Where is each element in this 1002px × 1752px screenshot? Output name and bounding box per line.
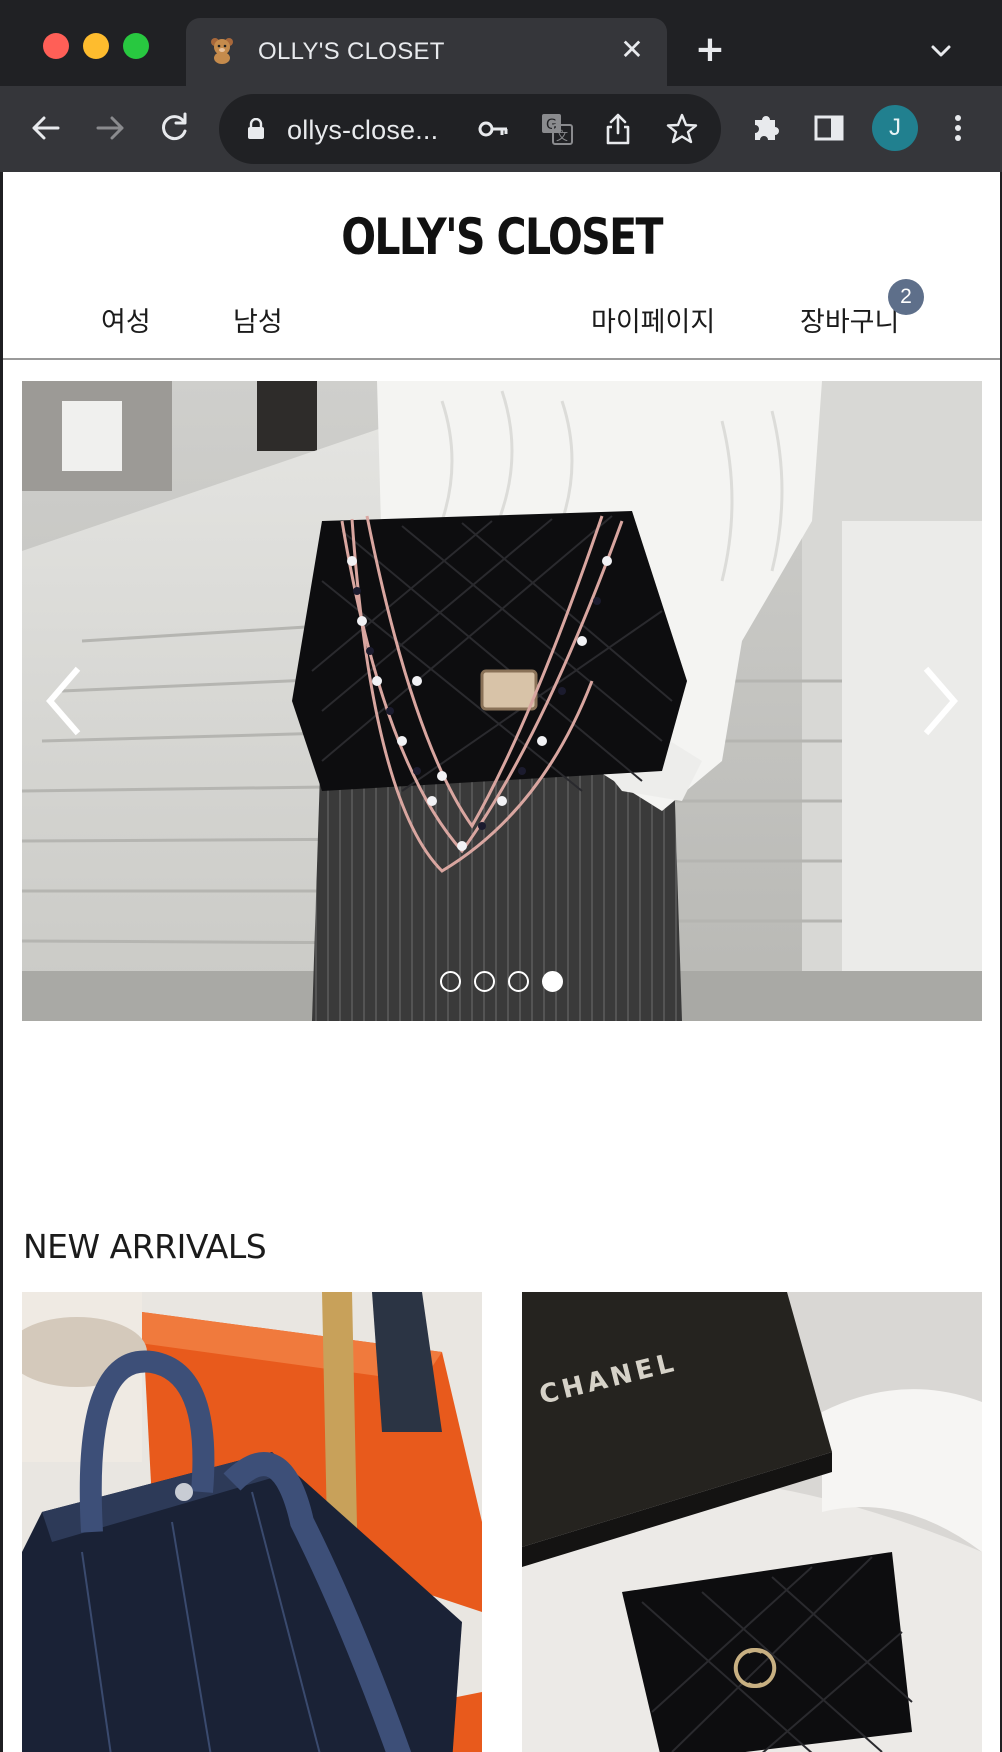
nav-mypage[interactable]: 마이페이지 xyxy=(591,300,715,339)
chevron-down-icon[interactable] xyxy=(926,36,956,66)
hero-image xyxy=(22,381,982,1021)
translate-icon[interactable]: G文 xyxy=(541,113,573,149)
site-logo[interactable]: OLLY'S CLOSET xyxy=(93,208,911,266)
key-icon[interactable] xyxy=(477,115,509,147)
product-card-tote-bag[interactable] xyxy=(22,1292,482,1752)
close-window-button[interactable] xyxy=(43,33,69,59)
tab-strip: OLLY'S CLOSET ✕ + xyxy=(0,0,1002,86)
cart-count-badge: 2 xyxy=(888,279,924,315)
address-url[interactable]: ollys-close... xyxy=(287,115,438,146)
product-image-card-holder: CHANEL xyxy=(522,1292,982,1752)
close-icon[interactable]: ✕ xyxy=(615,33,649,67)
product-card-card-holder[interactable]: CHANEL xyxy=(522,1292,982,1752)
carousel-dot-2[interactable] xyxy=(474,971,495,992)
web-page: OLLY'S CLOSET 여성 남성 마이페이지 장바구니 2 NEW ARR… xyxy=(3,172,1000,1752)
kebab-menu-icon[interactable] xyxy=(936,106,980,150)
star-icon[interactable] xyxy=(665,112,699,150)
carousel-dot-4[interactable] xyxy=(542,971,563,992)
teddy-bear-icon xyxy=(208,36,236,64)
product-image-tote xyxy=(22,1292,482,1752)
carousel-dot-1[interactable] xyxy=(440,971,461,992)
extensions-icon[interactable] xyxy=(745,106,789,150)
hero-carousel[interactable] xyxy=(22,381,982,1021)
browser-toolbar: ollys-close... G文 J xyxy=(0,86,1002,172)
sidepanel-icon[interactable] xyxy=(807,106,851,150)
forward-icon[interactable] xyxy=(88,106,132,150)
carousel-indicators xyxy=(440,971,570,995)
browser-tab[interactable]: OLLY'S CLOSET ✕ xyxy=(186,18,667,86)
nav-cart[interactable]: 장바구니 xyxy=(800,300,899,339)
section-title-new-arrivals: NEW ARRIVALS xyxy=(23,1227,267,1266)
nav-women[interactable]: 여성 xyxy=(101,300,151,339)
share-icon[interactable] xyxy=(603,112,633,150)
tab-title: OLLY'S CLOSET xyxy=(258,38,445,65)
address-bar[interactable]: ollys-close... G文 xyxy=(219,94,721,164)
carousel-prev-chevron-icon[interactable] xyxy=(34,661,94,741)
svg-text:文: 文 xyxy=(556,128,568,143)
nav-divider xyxy=(3,358,1000,360)
carousel-dot-3[interactable] xyxy=(508,971,529,992)
lock-icon[interactable] xyxy=(247,117,265,144)
nav-men[interactable]: 남성 xyxy=(233,300,283,339)
back-icon[interactable] xyxy=(24,106,68,150)
reload-icon[interactable] xyxy=(152,106,196,150)
new-tab-button[interactable]: + xyxy=(693,32,727,68)
carousel-next-chevron-icon[interactable] xyxy=(910,661,970,741)
minimize-window-button[interactable] xyxy=(83,33,109,59)
browser-chrome: OLLY'S CLOSET ✕ + ollys-close... G文 J xyxy=(0,0,1002,172)
zoom-window-button[interactable] xyxy=(123,33,149,59)
profile-avatar[interactable]: J xyxy=(872,105,918,151)
